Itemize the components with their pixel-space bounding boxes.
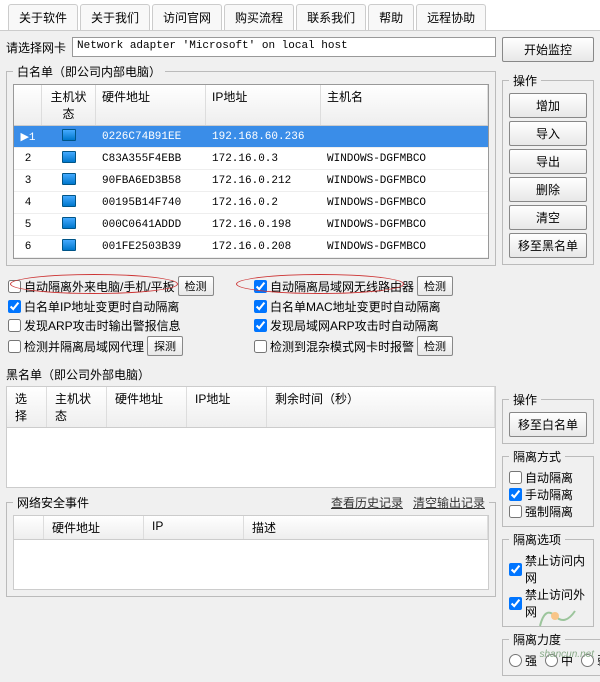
blacklist-body[interactable] (6, 428, 496, 488)
btn-clear[interactable]: 清空 (509, 205, 587, 230)
watermark-text: shancun.net (540, 649, 595, 660)
table-row[interactable]: ▶10226C74B91EE192.168.60.236 (14, 126, 488, 148)
isolate-mode-title: 隔离方式 (509, 448, 565, 465)
col-index[interactable] (14, 85, 42, 125)
btn-import[interactable]: 导入 (509, 121, 587, 146)
blacklist-title: 黑名单（即公司外部电脑） (6, 366, 496, 383)
monitor-icon (62, 195, 76, 207)
col-mac[interactable]: 硬件地址 (96, 85, 206, 125)
ops-title-2: 操作 (509, 391, 541, 408)
watermark-logo (530, 596, 580, 636)
btn-start-monitor[interactable]: 开始监控 (502, 37, 594, 62)
isolate-opt-title: 隔离选项 (509, 531, 565, 548)
table-row[interactable]: 6001FE2503B39172.16.0.208WINDOWS-DGFMBCO (14, 236, 488, 258)
monitor-icon (62, 239, 76, 251)
chk-ip-change[interactable] (8, 300, 21, 313)
link-history[interactable]: 查看历史记录 (331, 496, 403, 510)
chk-mac-change[interactable] (254, 300, 267, 313)
col-status[interactable]: 主机状态 (42, 85, 96, 125)
ev-col-desc[interactable]: 描述 (244, 516, 488, 539)
chk-block-external[interactable] (509, 597, 522, 610)
chk-promiscuous[interactable] (254, 340, 267, 353)
chk-isolate-foreign[interactable] (8, 280, 21, 293)
bl-col-status[interactable]: 主机状态 (47, 387, 107, 427)
adapter-label: 请选择网卡 (6, 39, 66, 56)
top-tabs: 关于软件 关于我们 访问官网 购买流程 联系我们 帮助 远程协助 (0, 0, 600, 31)
whitelist-title: 白名单（即公司内部电脑） (13, 63, 165, 80)
btn-delete[interactable]: 删除 (509, 177, 587, 202)
link-clear[interactable]: 清空输出记录 (413, 496, 485, 510)
btn-to-blacklist[interactable]: 移至黑名单 (509, 233, 587, 258)
col-ip[interactable]: IP地址 (206, 85, 321, 125)
monitor-icon (62, 173, 76, 185)
lbl-isolate-foreign: 自动隔离外来电脑/手机/平板 (24, 278, 175, 295)
bl-col-mac[interactable]: 硬件地址 (107, 387, 187, 427)
lbl-auto-isolate: 自动隔离 (525, 469, 573, 486)
chk-arp-isolate[interactable] (254, 319, 267, 332)
adapter-combo[interactable]: Network adapter 'Microsoft' on local hos… (72, 37, 496, 57)
btn-add[interactable]: 增加 (509, 93, 587, 118)
lbl-mac-change: 白名单MAC地址变更时自动隔离 (270, 298, 441, 315)
lbl-block-internal: 禁止访问内网 (525, 552, 587, 586)
ops-group: 操作 增加 导入 导出 删除 清空 移至黑名单 (502, 72, 594, 265)
table-row[interactable]: 2C83A355F4EBB172.16.0.3WINDOWS-DGFMBCO (14, 148, 488, 170)
chk-isolate-router[interactable] (254, 280, 267, 293)
bl-col-remain[interactable]: 剩余时间（秒） (267, 387, 495, 427)
btn-export[interactable]: 导出 (509, 149, 587, 174)
btn-detect-2[interactable]: 检测 (417, 276, 453, 296)
chk-manual-isolate[interactable] (509, 488, 522, 501)
tab-contact[interactable]: 联系我们 (296, 4, 366, 30)
tab-website[interactable]: 访问官网 (152, 4, 222, 30)
lbl-ip-change: 白名单IP地址变更时自动隔离 (24, 298, 179, 315)
tab-about-us[interactable]: 关于我们 (80, 4, 150, 30)
lbl-promiscuous: 检测到混杂模式网卡时报警 (270, 338, 414, 355)
chk-force-isolate[interactable] (509, 505, 522, 518)
ev-col-mac[interactable]: 硬件地址 (44, 516, 144, 539)
table-row[interactable]: 400195B14F740172.16.0.2WINDOWS-DGFMBCO (14, 192, 488, 214)
monitor-icon (62, 129, 76, 141)
ev-col-ip[interactable]: IP (144, 516, 244, 539)
ev-col-0[interactable] (14, 516, 44, 539)
lbl-arp-isolate: 发现局域网ARP攻击时自动隔离 (270, 317, 439, 334)
lbl-force-isolate: 强制隔离 (525, 503, 573, 520)
bl-col-select[interactable]: 选择 (7, 387, 47, 427)
events-body[interactable] (13, 540, 489, 590)
table-row[interactable]: 390FBA6ED3B58172.16.0.212WINDOWS-DGFMBCO (14, 170, 488, 192)
whitelist-group: 白名单（即公司内部电脑） 主机状态 硬件地址 IP地址 主机名 ▶10226C7… (6, 63, 496, 266)
ops-group-2: 操作 移至白名单 (502, 391, 594, 444)
col-hostname[interactable]: 主机名 (321, 85, 488, 125)
tab-remote[interactable]: 远程协助 (416, 4, 486, 30)
monitor-icon (62, 217, 76, 229)
btn-detect-1[interactable]: 检测 (178, 276, 214, 296)
lbl-arp-alert: 发现ARP攻击时输出警报信息 (24, 317, 181, 334)
lbl-proxy: 检测并隔离局域网代理 (24, 338, 144, 355)
whitelist-table: 主机状态 硬件地址 IP地址 主机名 ▶10226C74B91EE192.168… (13, 84, 489, 259)
ops-title: 操作 (509, 72, 541, 89)
lbl-isolate-router: 自动隔离局域网无线路由器 (270, 278, 414, 295)
radio-strong[interactable] (509, 654, 522, 667)
chk-auto-isolate[interactable] (509, 471, 522, 484)
tab-help[interactable]: 帮助 (368, 4, 414, 30)
blacklist-header: 选择 主机状态 硬件地址 IP地址 剩余时间（秒） (6, 386, 496, 428)
monitor-icon (62, 151, 76, 163)
tab-about-software[interactable]: 关于软件 (8, 4, 78, 30)
isolate-mode-group: 隔离方式 自动隔离 手动隔离 强制隔离 (502, 448, 594, 527)
tab-purchase[interactable]: 购买流程 (224, 4, 294, 30)
chk-proxy[interactable] (8, 340, 21, 353)
table-row[interactable]: 5000C0641ADDD172.16.0.198WINDOWS-DGFMBCO (14, 214, 488, 236)
lbl-manual-isolate: 手动隔离 (525, 486, 573, 503)
btn-probe[interactable]: 探测 (147, 336, 183, 356)
btn-detect-8[interactable]: 检测 (417, 336, 453, 356)
chk-arp-alert[interactable] (8, 319, 21, 332)
bl-col-ip[interactable]: IP地址 (187, 387, 267, 427)
events-group: 网络安全事件 查看历史记录 清空输出记录 硬件地址 IP 描述 (6, 494, 496, 597)
btn-to-whitelist[interactable]: 移至白名单 (509, 412, 587, 437)
events-title: 网络安全事件 (17, 494, 89, 511)
chk-block-internal[interactable] (509, 563, 522, 576)
